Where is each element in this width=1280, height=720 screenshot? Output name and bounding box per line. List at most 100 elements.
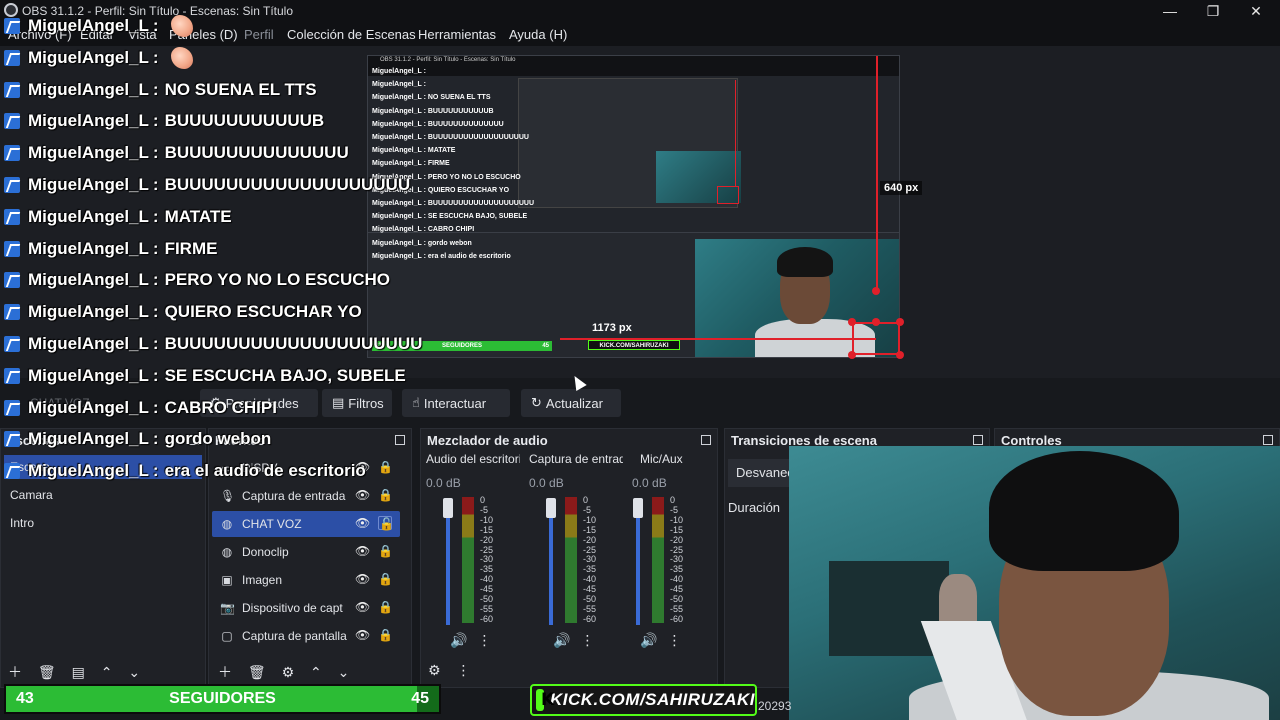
interact-button[interactable]: ☝ Interactuar bbox=[402, 389, 510, 417]
close-button[interactable]: ✕ bbox=[1244, 1, 1268, 21]
minimize-button[interactable]: — bbox=[1158, 1, 1182, 21]
fader-handle[interactable] bbox=[443, 498, 453, 518]
menu-perfil[interactable]: Perfil bbox=[244, 27, 274, 42]
scene-filters-button[interactable]: ▤ bbox=[72, 664, 85, 680]
more-options-icon[interactable]: ⋮ bbox=[667, 632, 681, 648]
chat-separator: : bbox=[152, 143, 159, 162]
remove-scene-button[interactable]: 🗑 bbox=[38, 664, 56, 680]
more-options-icon[interactable]: ⋮ bbox=[477, 632, 491, 648]
volume-fader[interactable] bbox=[636, 500, 640, 625]
source-item-selected[interactable]: ◍ CHAT VOZ 👁 🔓 bbox=[212, 511, 400, 537]
maximize-button[interactable]: ❐ bbox=[1201, 1, 1225, 21]
chat-text: SE ESCUCHA BAJO, SUBELE bbox=[164, 366, 406, 385]
float-icon[interactable] bbox=[973, 435, 983, 445]
ok-hand-emoji-icon bbox=[170, 15, 193, 37]
float-icon[interactable] bbox=[1263, 435, 1273, 445]
chat-text: CABRO CHIPI bbox=[164, 398, 277, 417]
mini-chat-message: MiguelAngel_L : era el audio de escritor… bbox=[372, 252, 511, 260]
move-down-icon[interactable]: ⌄ bbox=[128, 664, 140, 680]
selection-box[interactable] bbox=[852, 322, 900, 355]
advanced-audio-icon[interactable]: ⚙ bbox=[428, 662, 441, 678]
source-item[interactable]: 📷 Dispositivo de capt 👁 🔒 bbox=[212, 595, 400, 621]
mini-chat-message: MiguelAngel_L : BUUUUUUUUUUUUUUUUUUU bbox=[372, 134, 529, 141]
visibility-eye-icon[interactable]: 👁 bbox=[355, 544, 370, 558]
resize-handle[interactable] bbox=[896, 351, 904, 359]
source-item[interactable]: ▣ Imagen 👁 🔒 bbox=[212, 567, 400, 593]
source-item[interactable]: ▢ Captura de pantalla 👁 🔒 bbox=[212, 623, 400, 649]
more-options-icon[interactable]: ⋮ bbox=[456, 662, 470, 678]
kick-logo-icon bbox=[4, 50, 20, 66]
chat-text: BUUUUUUUUUUUB bbox=[164, 111, 325, 130]
audio-mixer-header: Mezclador de audio bbox=[421, 429, 717, 453]
menu-ayuda[interactable]: Ayuda (H) bbox=[509, 27, 567, 42]
scene-item-intro[interactable]: Intro bbox=[10, 516, 34, 530]
move-down-icon[interactable]: ⌄ bbox=[338, 664, 350, 680]
horizontal-guide-line bbox=[560, 338, 876, 340]
kick-channel-badge: KICK.COM/SAHIRUZAKI bbox=[530, 684, 757, 716]
chat-username: MiguelAngel_L bbox=[28, 302, 149, 321]
duration-label: Duración bbox=[728, 500, 781, 515]
chat-separator: : bbox=[152, 239, 159, 258]
chat-message: MiguelAngel_L: CABRO CHIPI bbox=[4, 396, 277, 420]
visibility-eye-icon[interactable]: 👁 bbox=[355, 600, 370, 614]
lock-icon[interactable]: 🔓 bbox=[378, 516, 394, 531]
chat-text: era el audio de escritorio bbox=[164, 461, 366, 480]
source-item[interactable]: 🎙 Captura de entrada 👁 🔒 bbox=[212, 483, 400, 509]
refresh-button[interactable]: ↻ Actualizar bbox=[521, 389, 621, 417]
screen-capture-source[interactable]: OBS 31.1.2 - Perfil: Sin Título - Escena… bbox=[367, 55, 900, 358]
menu-coleccion-escenas[interactable]: Colección de Escenas bbox=[287, 27, 416, 42]
chat-separator: : bbox=[152, 366, 159, 385]
menu-herramientas[interactable]: Herramientas bbox=[418, 27, 496, 42]
lock-icon[interactable]: 🔒 bbox=[378, 628, 393, 642]
resize-handle[interactable] bbox=[848, 351, 856, 359]
resize-handle[interactable] bbox=[872, 318, 880, 326]
visibility-eye-icon[interactable]: 👁 bbox=[355, 628, 370, 642]
volume-fader[interactable] bbox=[446, 500, 450, 625]
float-icon[interactable] bbox=[701, 435, 711, 445]
image-icon: ▣ bbox=[221, 573, 233, 587]
fader-handle[interactable] bbox=[633, 498, 643, 518]
speaker-icon[interactable]: 🔊 bbox=[553, 632, 570, 648]
float-icon[interactable] bbox=[395, 435, 405, 445]
scenes-footer: ＋ 🗑 ▤ ⌃ ⌄ bbox=[8, 662, 140, 682]
chat-text: NO SUENA EL TTS bbox=[164, 80, 317, 99]
chat-separator: : bbox=[152, 461, 159, 480]
lock-icon[interactable]: 🔒 bbox=[378, 460, 393, 474]
lock-icon[interactable]: 🔒 bbox=[378, 572, 393, 586]
chat-username: MiguelAngel_L bbox=[28, 16, 149, 35]
move-up-icon[interactable]: ⌃ bbox=[101, 664, 113, 680]
volume-fader[interactable] bbox=[549, 500, 553, 625]
resize-handle[interactable] bbox=[896, 318, 904, 326]
visibility-eye-icon[interactable]: 👁 bbox=[355, 488, 370, 502]
remove-source-button[interactable]: 🗑 bbox=[248, 664, 266, 680]
chat-username: MiguelAngel_L bbox=[28, 270, 149, 289]
visibility-eye-icon[interactable]: 👁 bbox=[355, 572, 370, 586]
vertical-guide-line bbox=[876, 56, 878, 292]
fader-handle[interactable] bbox=[546, 498, 556, 518]
visibility-eye-icon[interactable]: 👁 bbox=[355, 516, 370, 530]
transition-select[interactable]: Desvanecer bbox=[728, 459, 790, 487]
chat-separator: : bbox=[152, 175, 159, 194]
add-source-button[interactable]: ＋ bbox=[218, 664, 232, 680]
add-scene-button[interactable]: ＋ bbox=[8, 664, 22, 680]
scene-item-camara[interactable]: Camara bbox=[10, 488, 53, 502]
speaker-icon[interactable]: 🔊 bbox=[450, 632, 467, 648]
audio-meter bbox=[652, 497, 664, 623]
chat-message: MiguelAngel_L: bbox=[4, 14, 193, 38]
lock-icon[interactable]: 🔒 bbox=[378, 544, 393, 558]
lock-icon[interactable]: 🔒 bbox=[378, 600, 393, 614]
lock-icon[interactable]: 🔒 bbox=[378, 488, 393, 502]
resize-handle[interactable] bbox=[872, 287, 880, 295]
source-item[interactable]: ◍ Donoclip 👁 🔒 bbox=[212, 539, 400, 565]
more-options-icon[interactable]: ⋮ bbox=[580, 632, 594, 648]
resize-handle[interactable] bbox=[848, 318, 856, 326]
chat-username: MiguelAngel_L bbox=[28, 366, 149, 385]
chat-message: MiguelAngel_L: bbox=[4, 46, 193, 70]
filters-button[interactable]: ▤ Filtros bbox=[322, 389, 392, 417]
kick-logo-icon bbox=[4, 113, 20, 129]
speaker-icon[interactable]: 🔊 bbox=[640, 632, 657, 648]
followers-goal: 45 bbox=[411, 690, 429, 707]
status-number: 20293 bbox=[758, 699, 792, 713]
source-properties-button[interactable]: ⚙ bbox=[282, 664, 295, 680]
move-up-icon[interactable]: ⌃ bbox=[310, 664, 322, 680]
